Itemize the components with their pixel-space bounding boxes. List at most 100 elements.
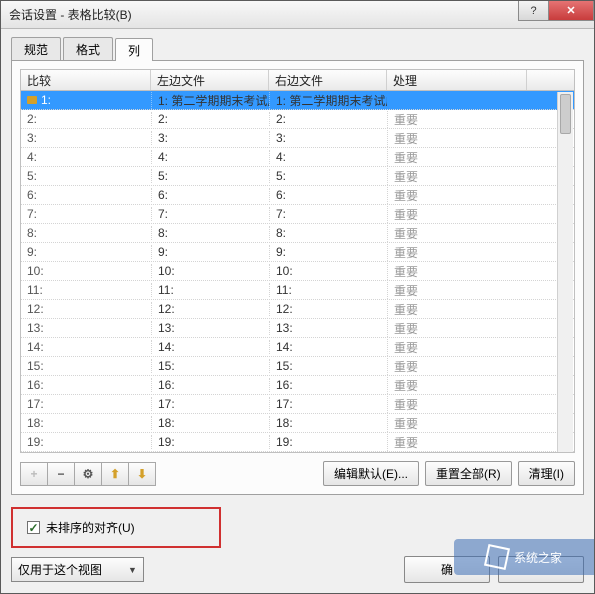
table-row[interactable]: 7:7:7:重要 [21,205,574,224]
row-index: 4: [27,150,37,164]
handling-cell: 重要 [387,358,527,375]
handling-cell: 重要 [387,244,527,261]
table-row[interactable]: 9:9:9:重要 [21,243,574,262]
check-icon: ✓ [28,521,38,535]
header-right-file[interactable]: 右边文件 [269,70,387,90]
left-file-cell: 11: [151,283,269,297]
unsorted-align-label: 未排序的对齐(U) [46,519,135,536]
compare-cell: 13: [21,321,151,335]
dialog-window: 会话设置 - 表格比较(B) ? ✕ 规范 格式 列 比较 左边文件 右边文件 … [0,0,595,594]
header-handling[interactable]: 处理 [387,70,527,90]
right-file-cell: 12: [269,302,387,316]
unsorted-align-checkbox[interactable]: ✓ [27,521,40,534]
table-row[interactable]: 2:2:2:重要 [21,110,574,129]
right-file-cell: 13: [269,321,387,335]
compare-cell: 12: [21,302,151,316]
plus-icon: + [30,467,37,481]
grid-body[interactable]: 1:1: 第二学期期末考试成1: 第二学期期末考试成2:2:2:重要3:3:3:… [20,91,575,453]
tab-format[interactable]: 格式 [63,37,113,60]
table-row[interactable]: 15:15:15:重要 [21,357,574,376]
compare-cell: 16: [21,378,151,392]
vertical-scrollbar[interactable] [557,92,573,452]
compare-cell: 15: [21,359,151,373]
move-down-button[interactable]: ⬇ [128,462,156,486]
compare-cell: 17: [21,397,151,411]
table-row[interactable]: 14:14:14:重要 [21,338,574,357]
left-file-cell: 8: [151,226,269,240]
tabstrip: 规范 格式 列 [11,37,584,61]
compare-cell: 6: [21,188,151,202]
settings-button[interactable]: ⚙ [74,462,102,486]
right-file-cell: 8: [269,226,387,240]
help-button[interactable]: ? [518,1,548,21]
grid-header: 比较 左边文件 右边文件 处理 [20,69,575,91]
table-row[interactable]: 10:10:10:重要 [21,262,574,281]
compare-cell: 8: [21,226,151,240]
scope-dropdown-label: 仅用于这个视图 [18,561,102,578]
scope-dropdown[interactable]: 仅用于这个视图 ▼ [11,557,144,582]
highlight-annotation: ✓ 未排序的对齐(U) [11,507,221,548]
clear-button[interactable]: 清理(I) [518,461,575,486]
row-index: 5: [27,169,37,183]
add-button[interactable]: + [20,462,48,486]
table-row[interactable]: 17:17:17:重要 [21,395,574,414]
table-row[interactable]: 16:16:16:重要 [21,376,574,395]
header-left-file[interactable]: 左边文件 [151,70,269,90]
table-row[interactable]: 11:11:11:重要 [21,281,574,300]
table-row[interactable]: 3:3:3:重要 [21,129,574,148]
tab-general[interactable]: 规范 [11,37,61,60]
handling-cell: 重要 [387,187,527,204]
tab-columns[interactable]: 列 [115,38,153,61]
handling-cell: 重要 [387,149,527,166]
close-button[interactable]: ✕ [548,1,594,21]
edit-default-button[interactable]: 编辑默认(E)... [323,461,419,486]
table-row[interactable]: 5:5:5:重要 [21,167,574,186]
columns-grid: 比较 左边文件 右边文件 处理 1:1: 第二学期期末考试成1: 第二学期期末考… [20,69,575,453]
left-file-cell: 9: [151,245,269,259]
left-file-cell: 12: [151,302,269,316]
left-file-cell: 19: [151,435,269,449]
table-row[interactable]: 4:4:4:重要 [21,148,574,167]
remove-button[interactable]: − [47,462,75,486]
header-compare[interactable]: 比较 [21,70,151,90]
left-file-cell: 15: [151,359,269,373]
compare-cell: 9: [21,245,151,259]
table-row[interactable]: 12:12:12:重要 [21,300,574,319]
key-icon [27,96,37,104]
table-row[interactable]: 8:8:8:重要 [21,224,574,243]
titlebar: 会话设置 - 表格比较(B) ? ✕ [1,1,594,29]
unsorted-align-option[interactable]: ✓ 未排序的对齐(U) [27,519,205,536]
table-row[interactable]: 19:19:19:重要 [21,433,574,452]
table-row[interactable]: 1:1: 第二学期期末考试成1: 第二学期期末考试成 [21,91,574,110]
right-file-cell: 4: [269,150,387,164]
right-file-cell: 14: [269,340,387,354]
right-file-cell: 9: [269,245,387,259]
right-file-cell: 10: [269,264,387,278]
reset-all-button[interactable]: 重置全部(R) [425,461,512,486]
compare-cell: 5: [21,169,151,183]
row-index: 19: [27,435,44,449]
gear-icon: ⚙ [83,467,94,481]
grid-toolbar: + − ⚙ ⬆ ⬇ 编辑默认(E)... 重置全部(R) 清理(I) [20,461,575,486]
row-index: 16: [27,378,44,392]
handling-cell: 重要 [387,396,527,413]
table-row[interactable]: 6:6:6:重要 [21,186,574,205]
left-file-cell: 1: 第二学期期末考试成 [151,92,269,109]
window-controls: ? ✕ [518,1,594,21]
right-file-cell: 1: 第二学期期末考试成 [269,92,387,109]
table-row[interactable]: 13:13:13:重要 [21,319,574,338]
right-file-cell: 15: [269,359,387,373]
row-index: 9: [27,245,37,259]
move-up-button[interactable]: ⬆ [101,462,129,486]
table-row[interactable]: 18:18:18:重要 [21,414,574,433]
right-file-cell: 6: [269,188,387,202]
tab-panel: 比较 左边文件 右边文件 处理 1:1: 第二学期期末考试成1: 第二学期期末考… [11,61,584,495]
left-file-cell: 17: [151,397,269,411]
left-file-cell: 2: [151,112,269,126]
handling-cell: 重要 [387,282,527,299]
scroll-thumb[interactable] [560,94,571,134]
compare-cell: 19: [21,435,151,449]
handling-cell: 重要 [387,130,527,147]
row-index: 12: [27,302,44,316]
left-file-cell: 10: [151,264,269,278]
